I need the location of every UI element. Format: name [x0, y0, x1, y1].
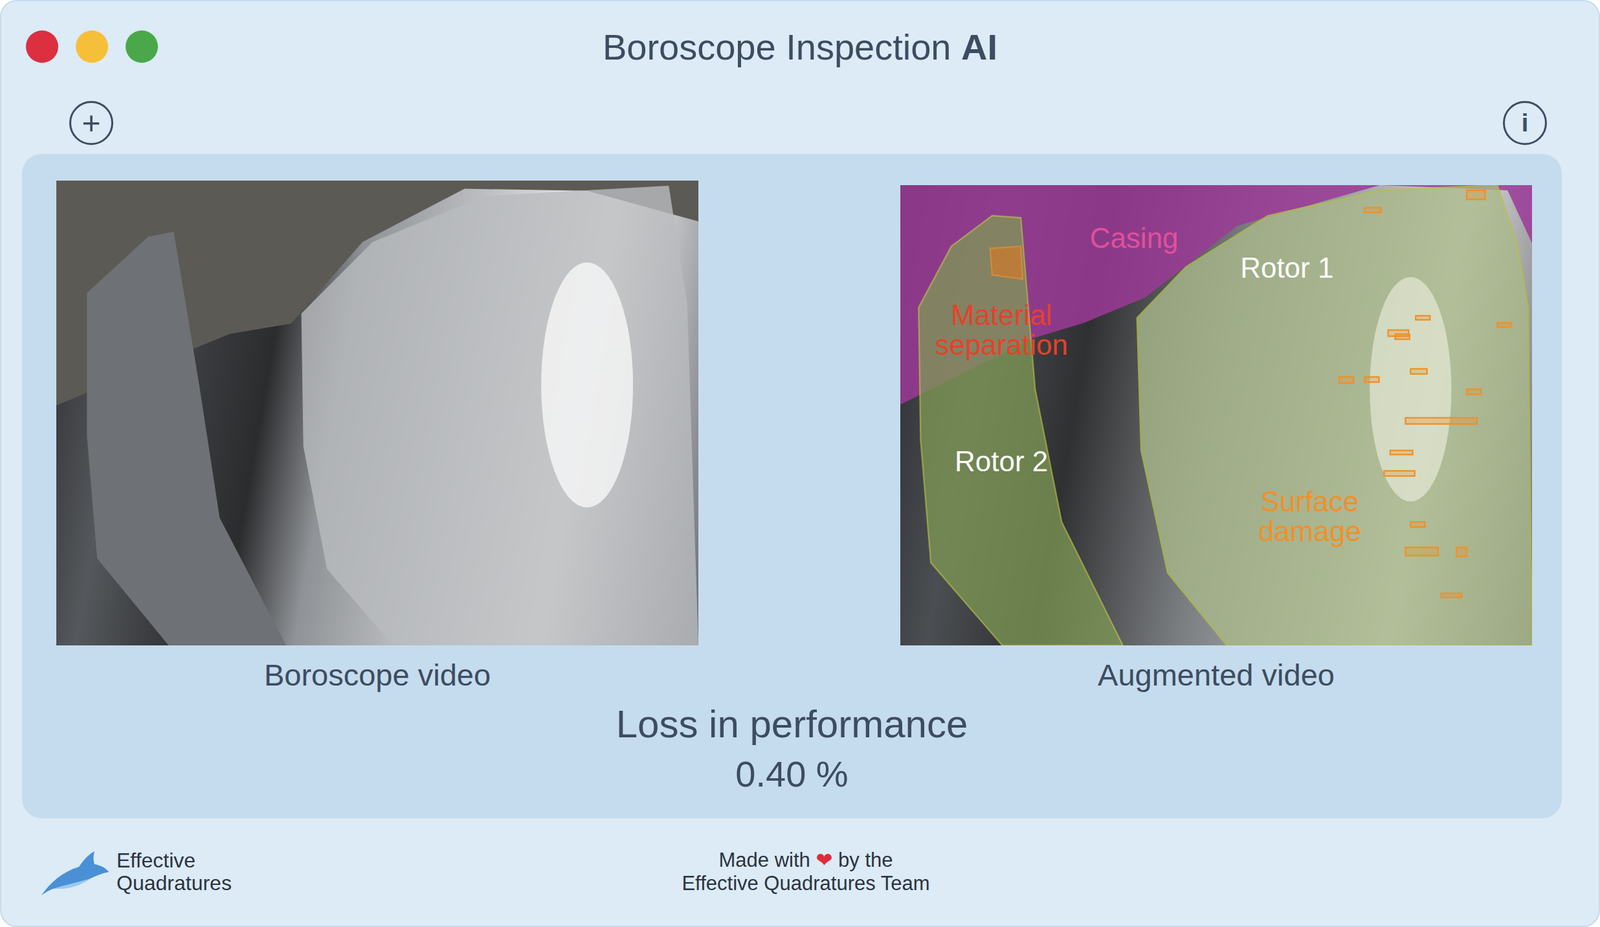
- main-panel: Boroscope video Casing Rotor 1 Materialsepa…: [22, 154, 1562, 819]
- video-caption: Boroscope video: [260, 655, 495, 694]
- footer: EffectiveQuadratures Made with ❤ by theEf…: [1, 818, 1599, 926]
- metric-label: Loss in performance: [611, 699, 974, 749]
- window-controls: [1, 30, 597, 63]
- app-window: Boroscope Inspection AI+iBoroscope video…: [0, 0, 1600, 927]
- performance-metric: Loss in performance0.40 %: [611, 699, 974, 799]
- credit-text: Made with ❤ by theEffective Quadratures …: [677, 847, 934, 896]
- rotor-label: Rotor 2: [952, 445, 1051, 478]
- info-icon[interactable]: i: [1521, 110, 1529, 136]
- metric-value: 0.40 %: [730, 748, 854, 799]
- video-row: Boroscope video Casing Rotor 1 Materialsepa…: [56, 180, 1562, 694]
- dolphin-icon: [38, 845, 111, 898]
- video-column: Casing Rotor 1 Materialseparation Rotor 2 Su…: [900, 180, 1533, 694]
- defect-label: Surfacedamage: [1255, 485, 1364, 548]
- defect-label: Materialseparation: [932, 299, 1070, 362]
- minimize-button[interactable]: [75, 30, 109, 63]
- video-caption: Augmented video: [1093, 655, 1339, 694]
- heart-icon: ❤: [815, 848, 833, 872]
- close-button[interactable]: [25, 30, 59, 63]
- brand-logo: EffectiveQuadratures: [38, 845, 678, 898]
- title-bar: Boroscope Inspection AI: [1, 1, 1599, 92]
- boroscope-video: [56, 180, 699, 646]
- add-button[interactable]: +: [69, 100, 114, 145]
- rotor-label: Rotor 1: [1237, 251, 1336, 285]
- plus-icon[interactable]: +: [81, 106, 101, 140]
- brand-name: EffectiveQuadratures: [115, 847, 234, 896]
- segmentation-overlay: [900, 185, 1533, 646]
- augmented-video: Casing Rotor 1 Materialseparation Rotor 2 Su…: [900, 185, 1533, 646]
- casing-label: Casing: [1087, 222, 1182, 255]
- maximize-button[interactable]: [125, 30, 158, 63]
- toolbar: +i: [1, 91, 1599, 155]
- video-column: Boroscope video: [56, 180, 699, 694]
- info-button[interactable]: i: [1502, 100, 1547, 145]
- window-title: Boroscope Inspection AI: [596, 20, 1004, 74]
